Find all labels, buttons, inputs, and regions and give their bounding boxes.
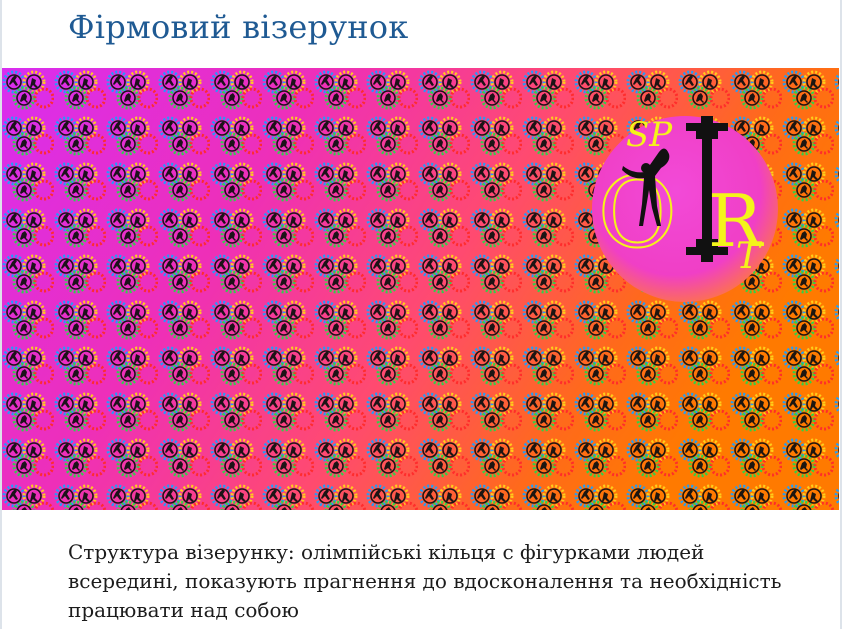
logo-letters-sp: SP [626,115,673,155]
brand-pattern-image: SP O R T [2,68,839,510]
logo-letter-t: T [736,236,763,277]
page-title: Фірмовий візерунок [68,8,409,46]
pattern-description: Структура візерунку: олімпійські кільця … [68,540,782,622]
sport-logo: SP O R T [592,115,778,302]
